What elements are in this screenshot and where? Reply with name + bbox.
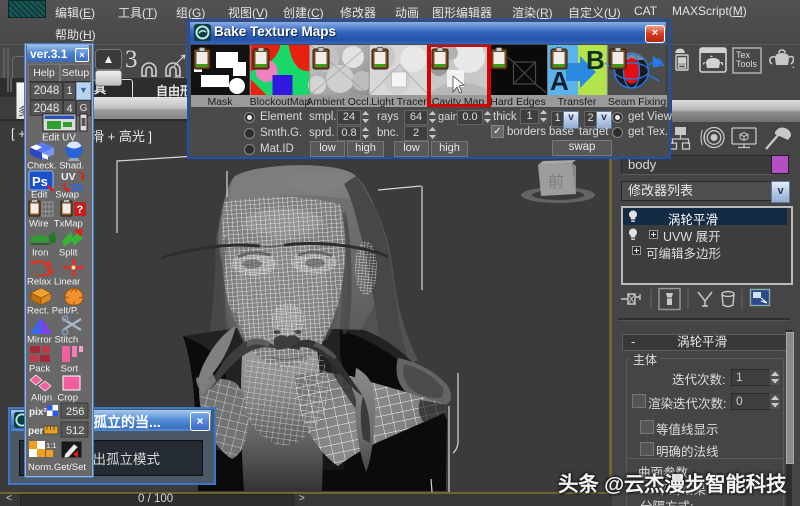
svg-text:Wire TxMap: Wire TxMap bbox=[29, 219, 83, 230]
svg-text:Norm.Get/Set: Norm.Get/Set bbox=[28, 462, 86, 473]
svg-text:Iron Split: Iron Split bbox=[32, 248, 78, 259]
svg-text:512: 512 bbox=[66, 425, 84, 437]
svg-text:Edit UV: Edit UV bbox=[42, 133, 76, 144]
svg-text:Light Tracer: Light Tracer bbox=[371, 96, 427, 107]
svg-text:Edit Swap: Edit Swap bbox=[31, 190, 79, 201]
svg-text:256: 256 bbox=[66, 406, 84, 418]
svg-text:Mask: Mask bbox=[207, 96, 233, 107]
svg-text:A: A bbox=[550, 66, 569, 96]
svg-text:BlockoutMap: BlockoutMap bbox=[250, 96, 311, 107]
svg-text:Align Crop: Align Crop bbox=[31, 393, 78, 404]
svg-text:Ps: Ps bbox=[32, 174, 48, 189]
svg-text:1:1: 1:1 bbox=[46, 441, 56, 450]
svg-text:Tools: Tools bbox=[736, 59, 758, 69]
svg-text:Hard Edges: Hard Edges bbox=[490, 96, 545, 107]
svg-text:Check. Shad.: Check. Shad. bbox=[27, 161, 84, 172]
svg-text:per: per bbox=[28, 426, 44, 437]
svg-text:?: ? bbox=[77, 204, 84, 216]
svg-text:Transfer: Transfer bbox=[558, 96, 597, 107]
svg-text:Relax Linear: Relax Linear bbox=[27, 277, 80, 288]
svg-text:Rect. Pelt/P.: Rect. Pelt/P. bbox=[27, 306, 79, 317]
svg-text:pix²: pix² bbox=[29, 407, 47, 418]
svg-text:Pack Sort: Pack Sort bbox=[29, 364, 78, 375]
svg-text:B: B bbox=[586, 45, 605, 75]
svg-text:Mirror Stitch: Mirror Stitch bbox=[27, 335, 78, 346]
svg-text:Ambient Occl.: Ambient Occl. bbox=[306, 96, 371, 107]
svg-text:Seam Fixing: Seam Fixing bbox=[608, 96, 667, 107]
